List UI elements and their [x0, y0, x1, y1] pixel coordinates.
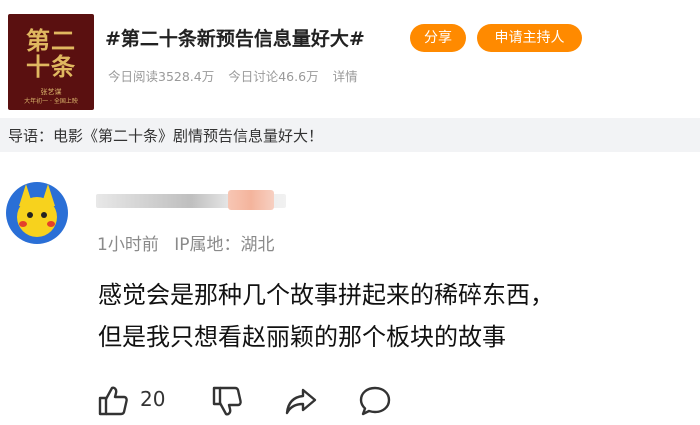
like-button[interactable]: 20 — [96, 384, 165, 418]
dislike-button[interactable] — [210, 384, 244, 418]
intro-bar: 导语：电影《第二十条》剧情预告信息量好大！ — [0, 118, 700, 152]
forward-button[interactable] — [284, 384, 318, 418]
poster-tagline: 大年初一 · 全国上映 — [24, 98, 78, 105]
comment-bubble-icon — [359, 386, 391, 416]
comment-content: 感觉会是那种几个故事拼起来的稀碎东西， 但是我只想看赵丽颖的那个板块的故事 — [98, 274, 688, 358]
like-count: 20 — [140, 387, 166, 411]
avatar[interactable] — [6, 182, 68, 244]
intro-text: 导语：电影《第二十条》剧情预告信息量好大！ — [8, 127, 324, 145]
comment-card: 1小时前 IP属地：湖北 感觉会是那种几个故事拼起来的稀碎东西， 但是我只想看赵… — [0, 152, 700, 425]
thumbs-up-icon — [98, 386, 128, 416]
poster-subtitle: 张艺谋 — [40, 88, 62, 96]
topic-title: #第二十条新预告信息量好大# — [105, 28, 365, 50]
details-link[interactable]: 详情 — [333, 69, 358, 84]
topic-stats: 今日阅读3528.4万 今日讨论46.6万 详情 — [108, 66, 368, 85]
poster-title: 第二 十条 — [26, 26, 76, 81]
comment-meta: 1小时前 IP属地：湖北 — [97, 230, 285, 255]
discussion-count: 今日讨论46.6万 — [228, 69, 319, 84]
share-button[interactable]: 分享 — [410, 24, 466, 52]
share-arrow-icon — [285, 388, 317, 415]
comment-time: 1小时前 — [97, 235, 159, 255]
comment-ip-location: IP属地：湖北 — [174, 235, 275, 255]
thumbs-down-icon — [212, 386, 242, 416]
comment-actions: 20 — [96, 384, 696, 418]
comment-line-2: 但是我只想看赵丽颖的那个板块的故事 — [98, 323, 506, 351]
read-count: 今日阅读3528.4万 — [108, 69, 215, 84]
pikachu-face — [17, 197, 57, 237]
apply-host-button[interactable]: 申请主持人 — [477, 24, 582, 52]
topic-header: 第二 十条 张艺谋 大年初一 · 全国上映 #第二十条新预告信息量好大# 分享 … — [0, 0, 700, 118]
comment-line-1: 感觉会是那种几个故事拼起来的稀碎东西， — [98, 281, 554, 309]
blurred-user-badge — [228, 190, 274, 210]
reply-button[interactable] — [358, 384, 392, 418]
movie-poster[interactable]: 第二 十条 张艺谋 大年初一 · 全国上映 — [8, 14, 94, 110]
